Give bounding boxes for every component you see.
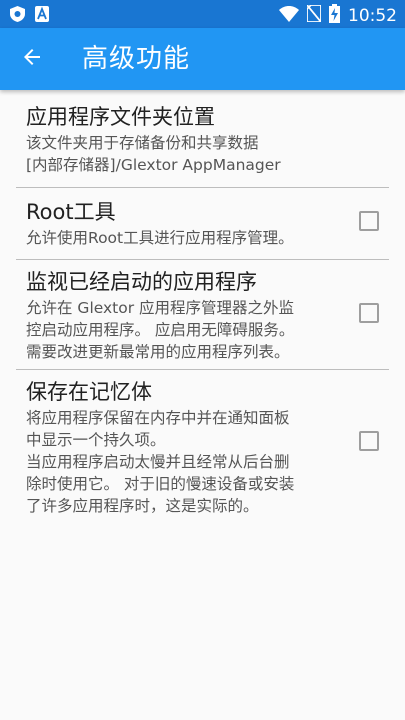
pref-summary-line: 允许在 Glextor 应用程序管理器之外监 bbox=[26, 299, 295, 317]
pref-root-tools[interactable]: Root工具 允许使用Root工具进行应用程序管理。 bbox=[0, 187, 405, 259]
pref-title: 应用程序文件夹位置 bbox=[26, 105, 215, 129]
pref-summary-line: [内部存储器]/Glextor AppManager bbox=[26, 156, 281, 174]
pref-summary-line: 当应用程序启动太慢并且经常从后台删 bbox=[26, 453, 290, 471]
a-badge-icon bbox=[35, 6, 49, 26]
pref-summary-line: 控启动应用程序。 应启用无障碍服务。 bbox=[26, 321, 295, 339]
keep-in-memory-checkbox[interactable] bbox=[359, 431, 379, 451]
battery-charging-icon bbox=[329, 4, 340, 27]
pref-summary-line: 中显示一个持久项。 bbox=[26, 431, 166, 449]
monitor-apps-checkbox[interactable] bbox=[359, 303, 379, 323]
pref-title: Root工具 bbox=[26, 200, 116, 224]
wifi-icon bbox=[279, 5, 299, 26]
pref-keep-in-memory[interactable]: 保存在记忆体 将应用程序保留在内存中并在通知面板 中显示一个持久项。 当应用程序… bbox=[0, 369, 405, 519]
arrow-back-icon bbox=[20, 45, 44, 73]
preferences-list: 应用程序文件夹位置 该文件夹用于存储备份和共享数据 [内部存储器]/Glexto… bbox=[0, 90, 405, 519]
pref-summary-line: 将应用程序保留在内存中并在通知面板 bbox=[26, 409, 290, 427]
root-tools-checkbox[interactable] bbox=[359, 211, 379, 231]
pref-summary-line: 需要改进更新最常用的应用程序列表。 bbox=[26, 343, 290, 361]
pref-summary-line: 了许多应用程序时，这是实际的。 bbox=[26, 497, 259, 515]
pref-monitor-launched-apps[interactable]: 监视已经启动的应用程序 允许在 Glextor 应用程序管理器之外监 控启动应用… bbox=[0, 259, 405, 369]
shield-icon bbox=[10, 6, 25, 26]
no-sim-icon bbox=[306, 4, 322, 26]
page-title: 高级功能 bbox=[82, 44, 191, 74]
pref-summary-line: 该文件夹用于存储备份和共享数据 bbox=[26, 134, 259, 152]
pref-title: 监视已经启动的应用程序 bbox=[26, 270, 257, 294]
pref-summary-line: 允许使用Root工具进行应用程序管理。 bbox=[26, 229, 294, 247]
status-bar: 10:52 bbox=[0, 0, 405, 28]
back-button[interactable] bbox=[8, 36, 56, 82]
pref-app-folder-location[interactable]: 应用程序文件夹位置 该文件夹用于存储备份和共享数据 [内部存储器]/Glexto… bbox=[0, 90, 405, 187]
pref-title: 保存在记忆体 bbox=[26, 380, 152, 404]
app-bar: 高级功能 bbox=[0, 28, 405, 90]
pref-summary-line: 除时使用它。 对于旧的慢速设备或安装 bbox=[26, 475, 295, 493]
status-time: 10:52 bbox=[348, 5, 397, 26]
